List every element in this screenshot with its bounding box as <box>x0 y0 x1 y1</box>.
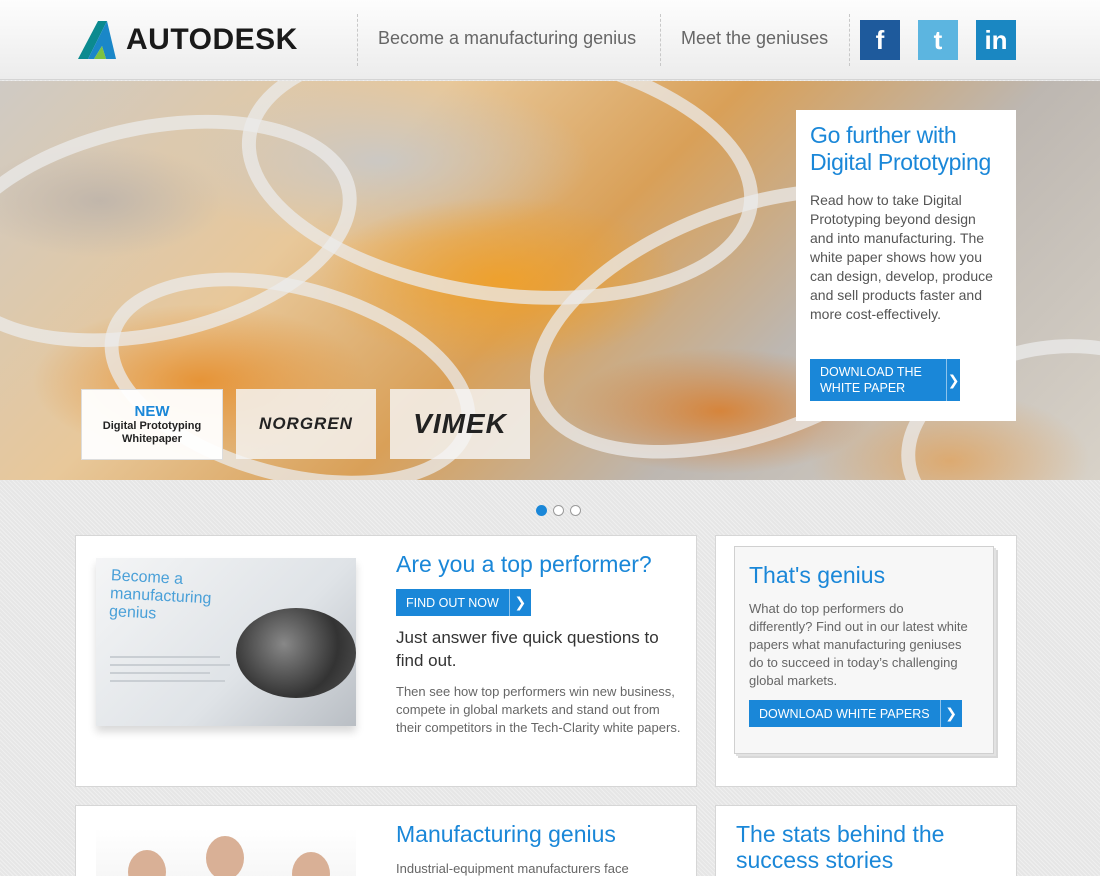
autodesk-logo[interactable]: AUTODESK <box>76 19 298 61</box>
manufacturing-genius-thumbnail[interactable]: Become a manufacturing genius <box>96 558 356 726</box>
logo-text: AUTODESK <box>126 23 298 56</box>
nav-become-genius[interactable]: Become a manufacturing genius <box>378 28 636 49</box>
promo-body: Read how to take Digital Prototyping bey… <box>810 192 993 322</box>
button-label: FIND OUT NOW <box>406 595 499 610</box>
autodesk-logo-icon <box>78 21 116 59</box>
thumb-label: Whitepaper <box>122 433 182 445</box>
button-label: DOWNLOAD WHITE PAPERS <box>759 706 930 721</box>
thumb-title: Become a manufacturing genius <box>108 567 212 623</box>
thumb-label: Digital Prototyping <box>102 420 202 432</box>
carousel-dot-2[interactable] <box>553 505 564 516</box>
machine-image <box>236 608 356 698</box>
card-lead: Just answer five quick questions to find… <box>396 628 659 670</box>
thumb-vimek[interactable]: VIMEK <box>390 389 530 459</box>
person-photo <box>292 852 330 876</box>
card-stats: The stats behind the success stories <box>715 805 1017 876</box>
text-line <box>110 656 220 658</box>
carousel-dot-1[interactable] <box>536 505 547 516</box>
chevron-right-icon: ❯ <box>508 589 531 616</box>
card-body: Industrial-equipment manufacturers face <box>396 861 629 876</box>
card-body: What do top performers do differently? F… <box>749 601 968 688</box>
thumb-whitepaper[interactable]: NEW Digital Prototyping Whitepaper <box>81 389 223 460</box>
vimek-logo: VIMEK <box>413 408 507 439</box>
person-photo <box>128 850 166 876</box>
button-label: DOWNLOAD THE WHITE PAPER <box>820 365 922 395</box>
facebook-icon[interactable]: f <box>860 20 900 60</box>
card-title: That's genius <box>749 562 886 588</box>
nav-divider <box>660 14 661 66</box>
card-title: Manufacturing genius <box>396 821 616 847</box>
card-top-performer: Become a manufacturing genius Are you a … <box>75 535 697 787</box>
chevron-right-icon: ❯ <box>946 359 960 401</box>
nav-divider <box>357 14 358 66</box>
card-body: Then see how top performers win new busi… <box>396 684 681 735</box>
site-header: AUTODESK Become a manufacturing genius M… <box>0 0 1100 80</box>
linkedin-icon[interactable]: in <box>976 20 1016 60</box>
nav-divider <box>849 14 850 66</box>
promo-title: Go further with Digital Prototyping <box>810 122 991 175</box>
text-line <box>110 680 225 682</box>
card-manufacturing-genius: Manufacturing genius Industrial-equipmen… <box>75 805 697 876</box>
person-photo <box>206 836 244 876</box>
text-line <box>110 664 230 666</box>
thumb-norgren[interactable]: NORGREN <box>236 389 376 459</box>
download-whitepaper-button[interactable]: DOWNLOAD THE WHITE PAPER ❯ <box>810 359 960 401</box>
geniuses-photo[interactable] <box>96 828 356 876</box>
twitter-icon[interactable]: t <box>918 20 958 60</box>
download-white-papers-button[interactable]: DOWNLOAD WHITE PAPERS ❯ <box>749 700 962 727</box>
card-thats-genius: That's genius What do top performers do … <box>715 535 1017 787</box>
chevron-right-icon: ❯ <box>939 700 962 727</box>
norgren-logo: NORGREN <box>259 414 353 433</box>
find-out-now-button[interactable]: FIND OUT NOW ❯ <box>396 589 531 616</box>
text-line <box>110 672 210 674</box>
card-title: The stats behind the success stories <box>736 821 945 873</box>
card-title: Are you a top performer? <box>396 551 652 577</box>
carousel-dot-3[interactable] <box>570 505 581 516</box>
new-badge: NEW <box>134 403 170 420</box>
nav-meet-geniuses[interactable]: Meet the geniuses <box>681 28 828 49</box>
